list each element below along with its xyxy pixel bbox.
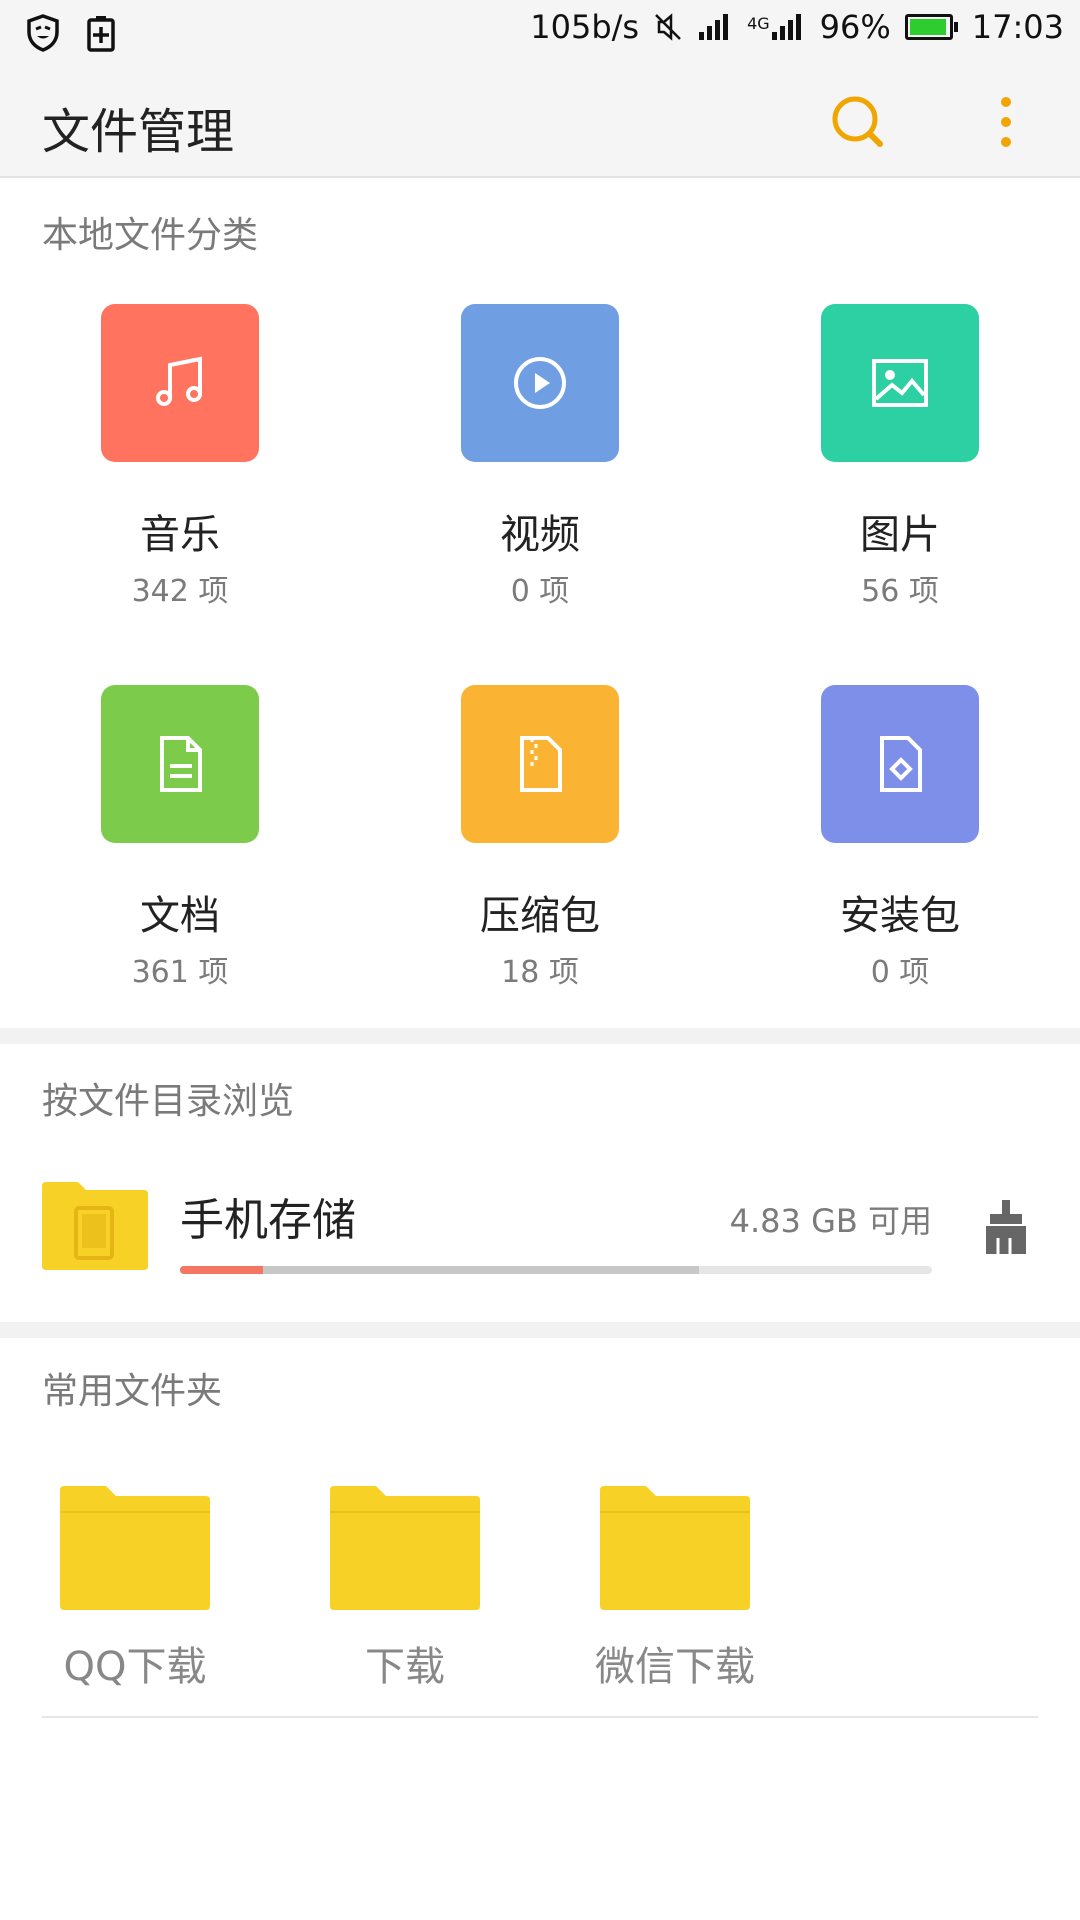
status-bar: 105b/s 4G 96% 17:03 — [0, 0, 1080, 66]
category-name: 文档 — [140, 893, 220, 939]
signal-icon — [697, 12, 733, 42]
section-label-categories: 本地文件分类 — [42, 215, 259, 256]
category-name: 视频 — [500, 512, 580, 558]
category-count: 56 项 — [861, 574, 939, 609]
category-name: 音乐 — [140, 512, 220, 558]
storage-free-space: 4.83 GB 可用 — [729, 1202, 932, 1240]
package-icon — [821, 685, 979, 843]
folder-download[interactable]: 下载 — [305, 1484, 505, 1692]
category-archives[interactable]: 压缩包 18 项 — [360, 685, 720, 991]
category-music[interactable]: 音乐 342 项 — [0, 304, 360, 610]
app-bar: 文件管理 — [0, 66, 1080, 178]
music-note-icon — [101, 304, 259, 462]
shield-icon — [26, 14, 60, 52]
category-count: 342 项 — [131, 574, 229, 609]
category-count: 361 项 — [131, 955, 229, 990]
folder-label: QQ下载 — [63, 1644, 207, 1690]
page-title: 文件管理 — [42, 104, 235, 160]
category-name: 图片 — [860, 512, 940, 558]
folder-label: 下载 — [365, 1644, 445, 1690]
folder-qq-download[interactable]: QQ下载 — [35, 1484, 235, 1692]
battery-saver-icon — [86, 14, 116, 52]
category-name: 压缩包 — [480, 893, 600, 939]
section-divider — [0, 1322, 1080, 1338]
search-icon[interactable] — [828, 92, 888, 152]
folder-icon — [600, 1484, 750, 1610]
more-vert-icon[interactable] — [988, 92, 1024, 152]
phone-storage-icon[interactable] — [42, 1180, 148, 1270]
image-icon — [821, 304, 979, 462]
folder-label: 微信下载 — [595, 1644, 755, 1690]
storage-name[interactable]: 手机存储 — [180, 1184, 356, 1248]
storage-usage-bar — [180, 1266, 932, 1274]
folder-icon — [330, 1484, 480, 1610]
folder-icon — [60, 1484, 210, 1610]
archive-icon — [461, 685, 619, 843]
list-divider — [42, 1716, 1038, 1718]
category-count: 0 项 — [510, 574, 570, 609]
section-label-browse: 按文件目录浏览 — [42, 1081, 295, 1122]
signal-4g-icon: 4G — [747, 12, 806, 42]
storage-usage-primary — [180, 1266, 263, 1274]
category-count: 0 项 — [870, 955, 930, 990]
category-images[interactable]: 图片 56 项 — [720, 304, 1080, 610]
category-documents[interactable]: 文档 361 项 — [0, 685, 360, 991]
battery-percent: 96% — [819, 8, 891, 46]
play-circle-icon — [461, 304, 619, 462]
category-packages[interactable]: 安装包 0 项 — [720, 685, 1080, 991]
clock: 17:03 — [971, 8, 1064, 46]
category-video[interactable]: 视频 0 项 — [360, 304, 720, 610]
clean-brush-icon[interactable] — [982, 1198, 1030, 1256]
folder-wechat-download[interactable]: 微信下载 — [575, 1484, 775, 1692]
mute-icon — [653, 12, 683, 42]
category-name: 安装包 — [840, 893, 960, 939]
section-divider — [0, 1028, 1080, 1044]
network-speed: 105b/s — [530, 8, 640, 46]
document-icon — [101, 685, 259, 843]
section-label-frequent: 常用文件夹 — [42, 1371, 223, 1412]
battery-icon — [904, 14, 958, 40]
category-count: 18 项 — [501, 955, 579, 990]
